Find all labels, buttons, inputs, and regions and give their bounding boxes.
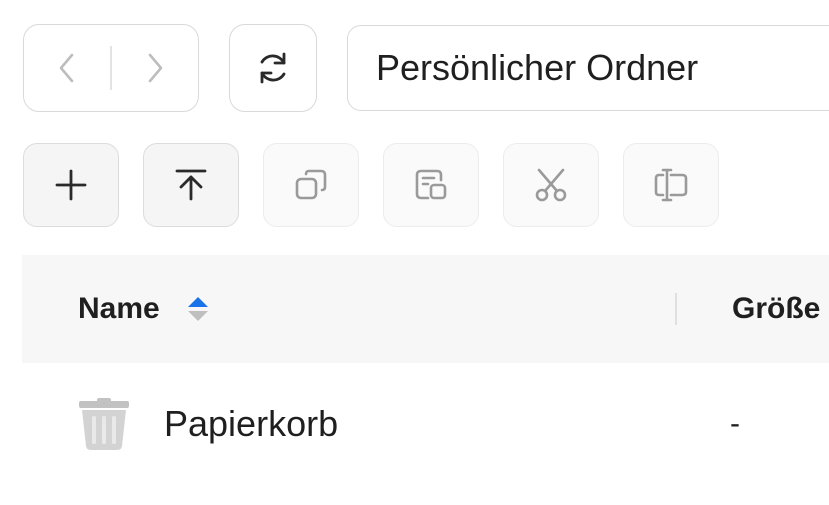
path-text: Persönlicher Ordner xyxy=(376,47,699,88)
move-button[interactable] xyxy=(383,143,479,227)
cut-icon xyxy=(535,168,567,202)
table-row[interactable]: Papierkorb - xyxy=(22,363,829,485)
column-divider[interactable] xyxy=(675,293,677,325)
file-size: - xyxy=(730,407,740,440)
column-header-name[interactable]: Name xyxy=(78,255,160,363)
sort-icon[interactable] xyxy=(186,295,210,323)
move-icon xyxy=(415,169,447,200)
column-header-size[interactable]: Größe xyxy=(732,255,820,363)
path-input[interactable]: Persönlicher Ordner xyxy=(347,25,829,111)
refresh-button[interactable] xyxy=(229,24,317,112)
new-button[interactable] xyxy=(23,143,119,227)
history-nav-group xyxy=(23,24,199,112)
rename-icon xyxy=(654,168,688,202)
trash-icon xyxy=(79,398,129,450)
column-header-size-label: Größe xyxy=(732,292,821,325)
forward-button[interactable] xyxy=(112,25,198,111)
upload-icon xyxy=(175,169,207,201)
column-header-name-label: Name xyxy=(78,292,160,325)
chevron-left-icon xyxy=(59,53,74,83)
back-button[interactable] xyxy=(24,25,110,111)
copy-button[interactable] xyxy=(263,143,359,227)
cut-button[interactable] xyxy=(503,143,599,227)
chevron-right-icon xyxy=(148,53,163,83)
copy-icon xyxy=(295,169,327,200)
refresh-icon xyxy=(260,52,286,84)
file-table-header: Name Größe xyxy=(22,255,829,363)
upload-button[interactable] xyxy=(143,143,239,227)
file-name: Papierkorb xyxy=(164,403,339,444)
plus-icon xyxy=(55,169,87,201)
rename-button[interactable] xyxy=(623,143,719,227)
